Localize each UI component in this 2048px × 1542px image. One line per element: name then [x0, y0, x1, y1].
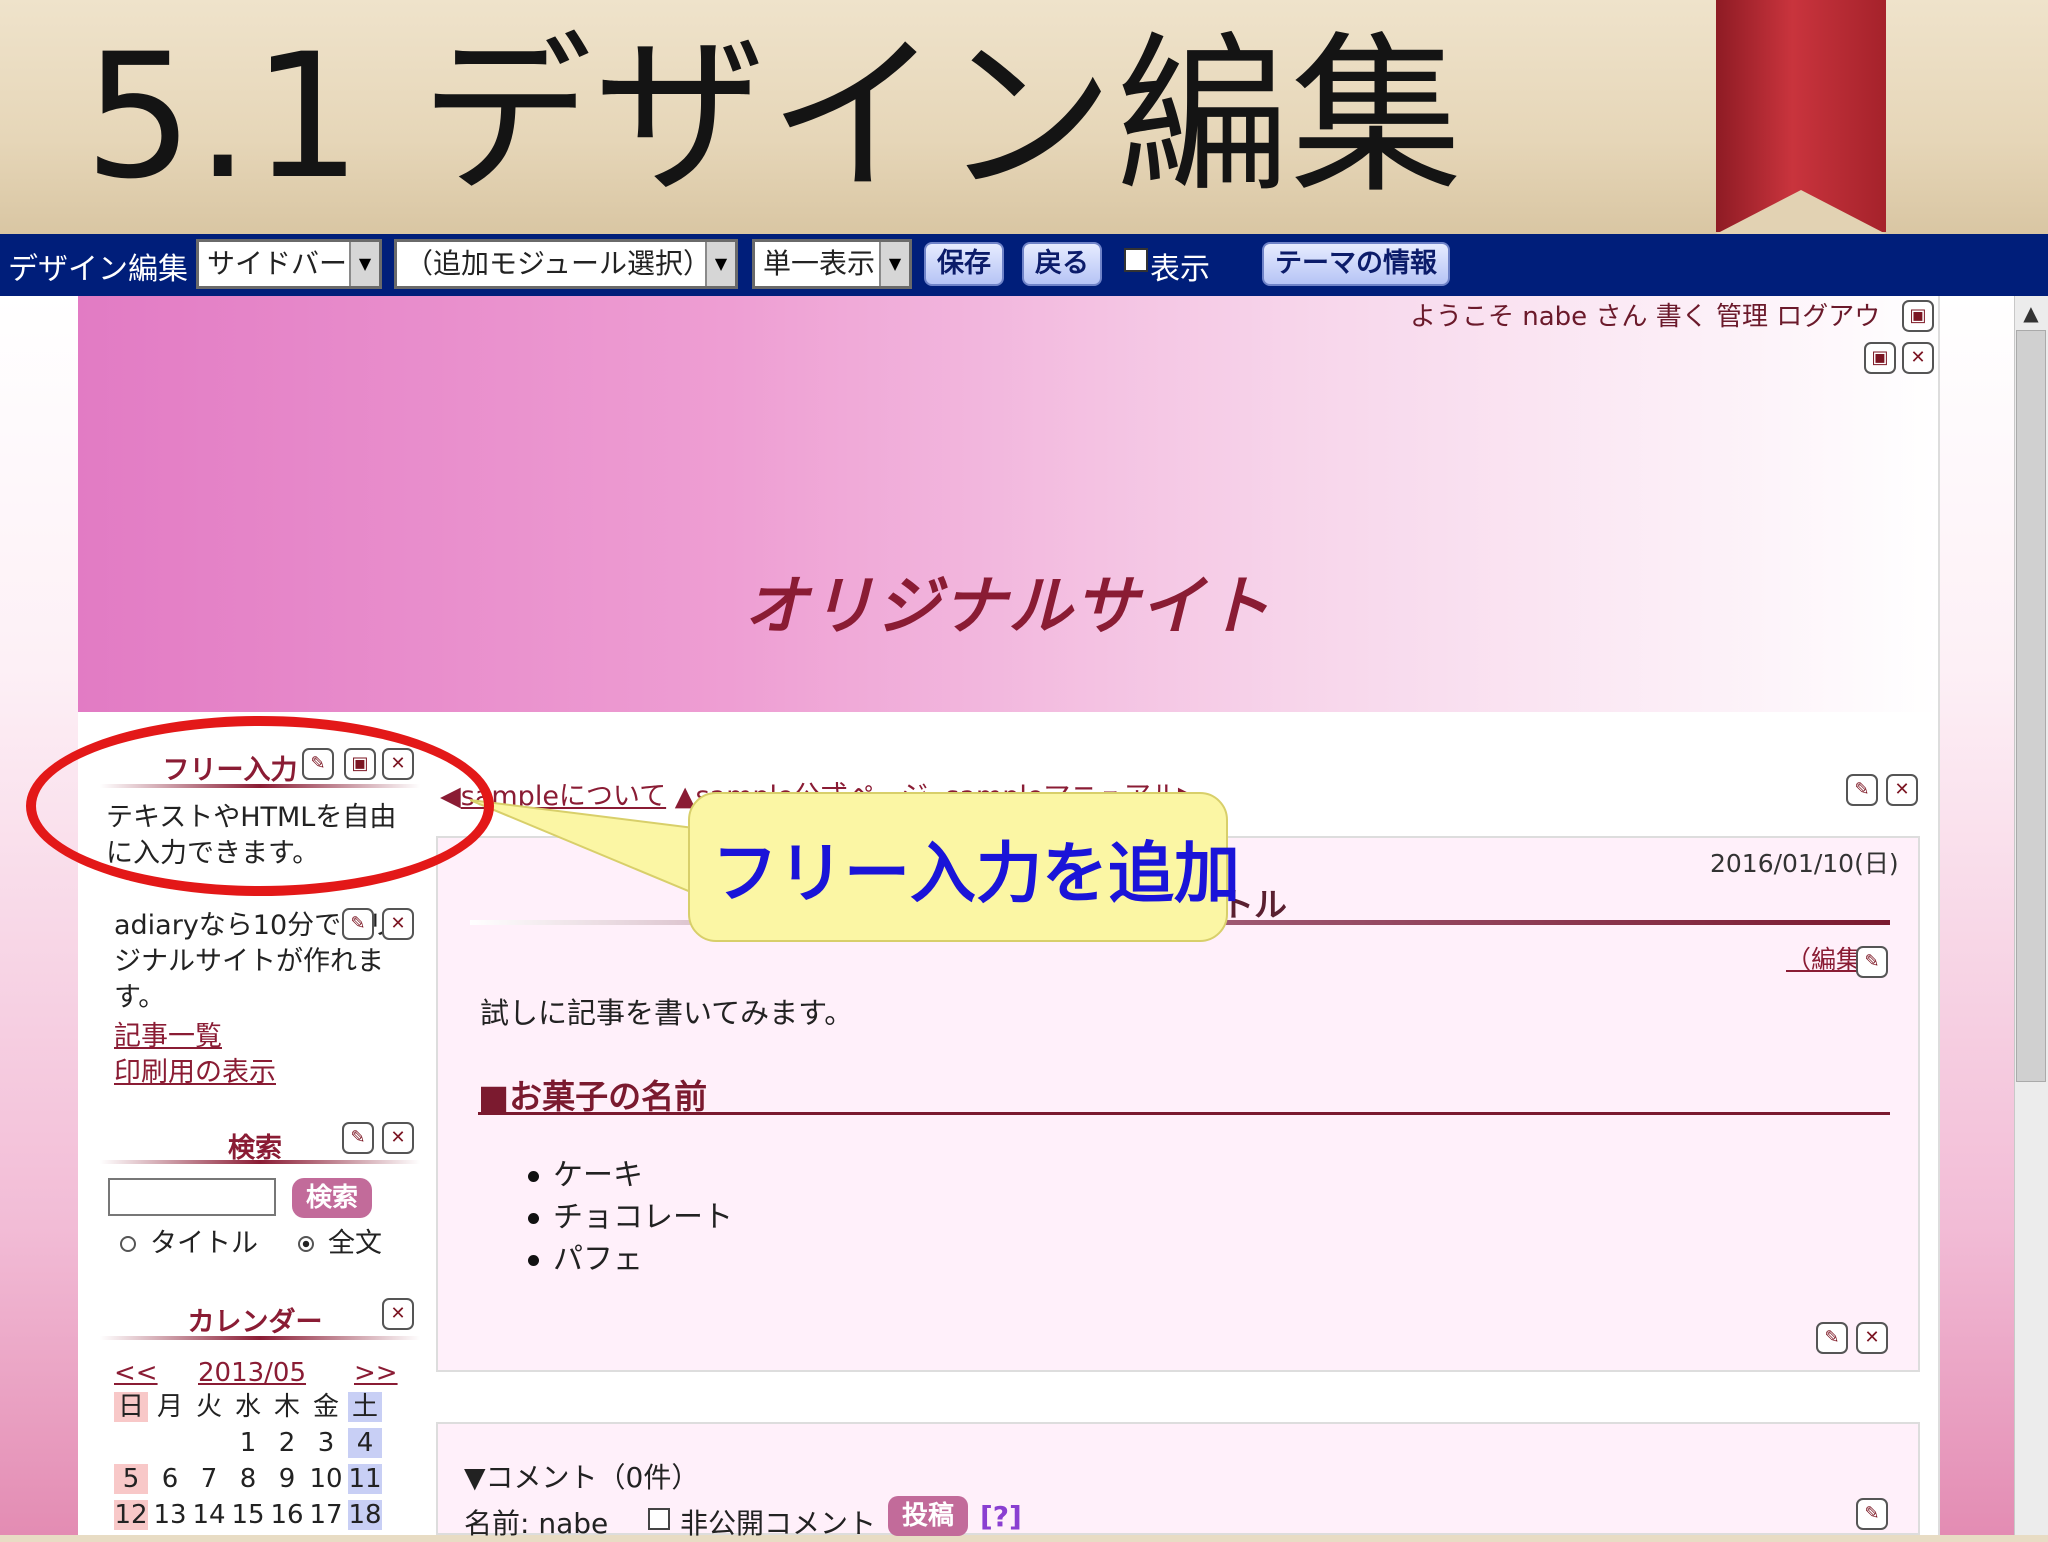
- calendar-day: 11: [348, 1464, 382, 1494]
- scroll-up-icon[interactable]: ▲: [2014, 298, 2048, 328]
- radio-title[interactable]: [120, 1236, 136, 1252]
- calendar-weekday: 金: [312, 1392, 339, 1422]
- calendar-day: 13: [153, 1500, 187, 1530]
- calendar-day: 10: [309, 1464, 343, 1494]
- link-article-list[interactable]: 記事一覧: [114, 1014, 222, 1053]
- calendar-day: 18: [348, 1500, 382, 1530]
- module-select-value: （追加モジュール選択）: [405, 247, 712, 280]
- comment-title[interactable]: ▼コメント（0件）: [464, 1456, 699, 1496]
- calendar-day: [114, 1428, 148, 1458]
- theme-info-button[interactable]: テーマの情報: [1262, 242, 1450, 286]
- site-title: オリジナルサイト: [744, 570, 1272, 644]
- wrench-icon[interactable]: ✎: [1856, 946, 1888, 978]
- article-date: 2016/01/10(日): [1710, 849, 1899, 878]
- site-banner: [78, 296, 1938, 712]
- calendar-day: 9: [278, 1464, 296, 1494]
- radio-title-label: タイトル: [150, 1228, 258, 1259]
- calendar-day: [192, 1428, 226, 1458]
- close-icon[interactable]: ✕: [1902, 342, 1934, 374]
- ribbon-notch: [1716, 190, 1886, 234]
- calendar-day: 12: [114, 1500, 148, 1530]
- list-item: パフェ: [528, 1234, 643, 1278]
- calendar-day: 14: [192, 1500, 226, 1530]
- radio-full-text[interactable]: [298, 1236, 314, 1252]
- view-select-value: 単一表示: [763, 247, 876, 280]
- wrench-icon[interactable]: ✎: [1816, 1322, 1848, 1354]
- close-icon[interactable]: ✕: [382, 1298, 414, 1330]
- comment-name: 名前: nabe: [464, 1507, 609, 1540]
- calendar-next-link[interactable]: >>: [354, 1358, 398, 1388]
- wrench-icon[interactable]: ✎: [342, 908, 374, 940]
- calendar-month-link[interactable]: 2013/05: [198, 1358, 306, 1388]
- calendar-day: 16: [270, 1500, 304, 1530]
- divider: [478, 1112, 1890, 1115]
- design-edit-toolbar: デザイン編集 サイドバー ▼ （追加モジュール選択） ▼ 単一表示 ▼ 保存 戻…: [0, 234, 2048, 296]
- module-select[interactable]: （追加モジュール選択） ▼: [394, 239, 738, 289]
- calendar-weekday: 木: [273, 1392, 300, 1422]
- image-icon[interactable]: ▣: [1864, 342, 1896, 374]
- calendar-day: 15: [231, 1500, 265, 1530]
- post-button[interactable]: 投稿: [888, 1496, 968, 1536]
- calendar-prev-link[interactable]: <<: [114, 1358, 158, 1388]
- radio-full-label: 全文: [328, 1228, 382, 1259]
- calendar-day: 4: [348, 1428, 382, 1458]
- calendar-day: 3: [317, 1428, 335, 1458]
- private-comment-checkbox[interactable]: [648, 1508, 670, 1530]
- help-link[interactable]: [?]: [980, 1500, 1022, 1533]
- close-icon[interactable]: ✕: [1856, 1322, 1888, 1354]
- article-body: 試しに記事を書いてみます。: [480, 996, 854, 1030]
- search-input[interactable]: [108, 1178, 276, 1216]
- divider: [100, 1160, 420, 1164]
- close-icon[interactable]: ✕: [382, 1122, 414, 1154]
- calendar-weekday: 火: [195, 1392, 222, 1422]
- chevron-down-icon: ▼: [349, 242, 379, 286]
- chevron-down-icon: ▼: [705, 242, 735, 286]
- annotation-callout-text: フリー入力を追加: [712, 835, 1240, 912]
- calendar-day: [153, 1428, 187, 1458]
- toolbar-label: デザイン編集: [8, 252, 188, 287]
- private-comment-label: 非公開コメント: [680, 1507, 877, 1540]
- area-select[interactable]: サイドバー ▼: [196, 239, 382, 289]
- close-icon[interactable]: ✕: [382, 908, 414, 940]
- back-button[interactable]: 戻る: [1022, 242, 1102, 286]
- calendar-day: 7: [200, 1464, 218, 1494]
- search-button[interactable]: 検索: [292, 1178, 372, 1218]
- save-button[interactable]: 保存: [924, 242, 1004, 286]
- calendar-day: 6: [161, 1464, 179, 1494]
- welcome-bar[interactable]: ようこそ nabe さん 書く 管理 ログアウ: [1410, 296, 1880, 333]
- show-checkbox[interactable]: [1124, 248, 1148, 272]
- area-select-value: サイドバー: [207, 247, 348, 280]
- calendar-day: 1: [239, 1428, 257, 1458]
- list-item: チョコレート: [528, 1192, 733, 1236]
- wrench-icon[interactable]: ✎: [342, 1122, 374, 1154]
- calendar-weekday: 日: [114, 1392, 148, 1422]
- view-select[interactable]: 単一表示 ▼: [752, 239, 912, 289]
- link-print-view[interactable]: 印刷用の表示: [114, 1050, 276, 1089]
- highlight-ellipse: [26, 716, 494, 896]
- calendar-weekday: 土: [348, 1392, 382, 1422]
- chevron-down-icon: ▼: [879, 242, 909, 286]
- close-icon[interactable]: ✕: [1886, 774, 1918, 806]
- calendar-heading: カレンダー: [187, 1307, 323, 1338]
- calendar-day: 8: [239, 1464, 257, 1494]
- calendar-weekday: 月: [156, 1392, 183, 1422]
- calendar-weekday: 水: [234, 1392, 261, 1422]
- calendar-day: 5: [114, 1464, 148, 1494]
- list-item: ケーキ: [528, 1150, 643, 1194]
- slide-title: 5.1 デザイン編集: [84, 16, 1465, 217]
- wrench-icon[interactable]: ✎: [1846, 774, 1878, 806]
- calendar-day: 17: [309, 1500, 343, 1530]
- wrench-icon[interactable]: ✎: [1856, 1498, 1888, 1530]
- divider: [100, 1336, 420, 1340]
- scroll-thumb[interactable]: [2016, 330, 2046, 1082]
- section-heading: ■お菓子の名前: [478, 1077, 708, 1116]
- show-checkbox-label: 表示: [1150, 252, 1210, 287]
- calendar-day: 2: [278, 1428, 296, 1458]
- image-icon[interactable]: ▣: [1902, 300, 1934, 332]
